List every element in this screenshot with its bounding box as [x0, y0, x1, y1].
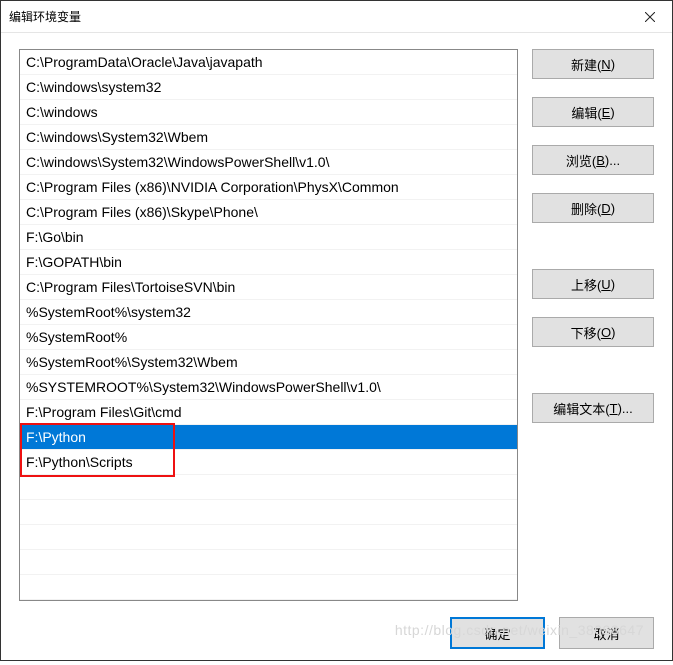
close-icon — [645, 12, 655, 22]
list-item[interactable]: %SystemRoot%\System32\Wbem — [20, 350, 517, 375]
list-item-empty — [20, 575, 517, 600]
browse-button[interactable]: 浏览(B)... — [532, 145, 654, 175]
list-item[interactable]: C:\windows\System32\WindowsPowerShell\v1… — [20, 150, 517, 175]
list-item[interactable]: C:\Program Files (x86)\NVIDIA Corporatio… — [20, 175, 517, 200]
list-item[interactable]: C:\Program Files\TortoiseSVN\bin — [20, 275, 517, 300]
list-item[interactable]: C:\ProgramData\Oracle\Java\javapath — [20, 50, 517, 75]
move-down-button[interactable]: 下移(O) — [532, 317, 654, 347]
list-item[interactable]: C:\Program Files (x86)\Skype\Phone\ — [20, 200, 517, 225]
dialog-title: 编辑环境变量 — [9, 8, 81, 25]
list-item-empty — [20, 525, 517, 550]
titlebar: 编辑环境变量 — [1, 1, 672, 33]
list-item[interactable]: F:\GOPATH\bin — [20, 250, 517, 275]
list-item-empty — [20, 550, 517, 575]
cancel-button[interactable]: 取消 — [559, 617, 654, 649]
edit-text-button[interactable]: 编辑文本(T)... — [532, 393, 654, 423]
dialog-footer: 确定 取消 — [1, 607, 672, 665]
edit-button[interactable]: 编辑(E) — [532, 97, 654, 127]
side-button-panel: 新建(N) 编辑(E) 浏览(B)... 删除(D) 上移(U) 下移(O) — [532, 49, 654, 601]
list-item[interactable]: C:\windows\System32\Wbem — [20, 125, 517, 150]
list-item[interactable]: %SystemRoot% — [20, 325, 517, 350]
dialog-body: C:\ProgramData\Oracle\Java\javapathC:\wi… — [1, 33, 672, 607]
list-item[interactable]: %SystemRoot%\system32 — [20, 300, 517, 325]
list-item[interactable]: %SYSTEMROOT%\System32\WindowsPowerShell\… — [20, 375, 517, 400]
list-item-empty — [20, 475, 517, 500]
list-item[interactable]: C:\windows — [20, 100, 517, 125]
list-item[interactable]: F:\Go\bin — [20, 225, 517, 250]
list-item[interactable]: F:\Program Files\Git\cmd — [20, 400, 517, 425]
list-item[interactable]: F:\Python — [20, 425, 517, 450]
close-button[interactable] — [627, 1, 672, 33]
list-item[interactable]: F:\Python\Scripts — [20, 450, 517, 475]
path-listbox[interactable]: C:\ProgramData\Oracle\Java\javapathC:\wi… — [19, 49, 518, 601]
list-item-empty — [20, 500, 517, 525]
delete-button[interactable]: 删除(D) — [532, 193, 654, 223]
move-up-button[interactable]: 上移(U) — [532, 269, 654, 299]
new-button[interactable]: 新建(N) — [532, 49, 654, 79]
list-item[interactable]: C:\windows\system32 — [20, 75, 517, 100]
environment-variable-dialog: 编辑环境变量 C:\ProgramData\Oracle\Java\javapa… — [0, 0, 673, 661]
ok-button[interactable]: 确定 — [450, 617, 545, 649]
